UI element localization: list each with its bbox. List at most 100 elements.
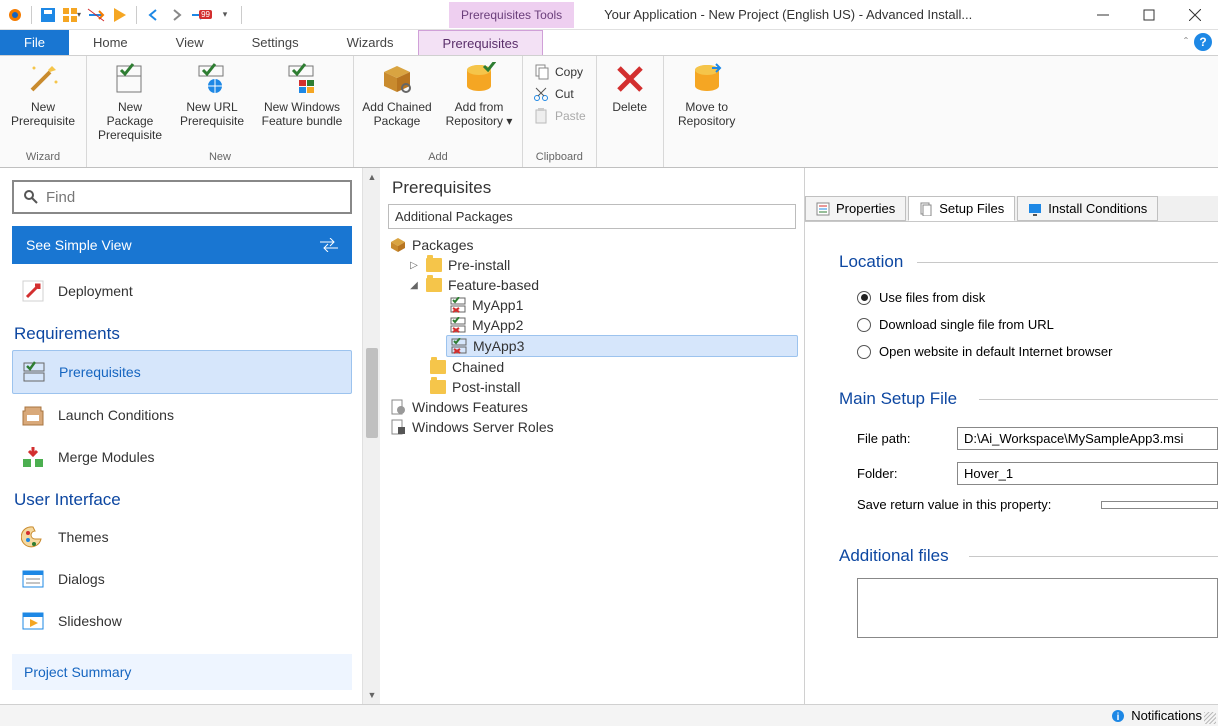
- simple-view-button[interactable]: See Simple View: [12, 226, 352, 264]
- tab-prerequisites[interactable]: Prerequisites: [418, 30, 544, 55]
- left-scrollbar[interactable]: ▲ ▼: [362, 168, 380, 704]
- folder-icon: [426, 258, 442, 272]
- add-from-repository-button[interactable]: Add from Repository ▾: [442, 58, 516, 128]
- save-prop-input[interactable]: [1101, 501, 1218, 509]
- radio-icon: [857, 318, 871, 332]
- qat-grid-icon[interactable]: ▾: [61, 4, 83, 26]
- tree-windows-features[interactable]: Windows Features: [386, 397, 798, 417]
- nav-merge-modules[interactable]: Merge Modules: [12, 436, 352, 478]
- nav-slideshow[interactable]: Slideshow: [12, 600, 352, 642]
- qat-dropdown-icon[interactable]: ▾: [214, 4, 236, 26]
- folder-icon: [430, 380, 446, 394]
- qat-back-icon[interactable]: [142, 4, 164, 26]
- quick-access-toolbar: ▾ 99 ▾: [0, 4, 249, 26]
- radio-use-disk[interactable]: Use files from disk: [839, 284, 1218, 311]
- tab-file[interactable]: File: [0, 30, 69, 55]
- qat-forward-icon[interactable]: [166, 4, 188, 26]
- nav-launch-conditions[interactable]: Launch Conditions: [12, 394, 352, 436]
- expand-icon[interactable]: ▷: [408, 260, 420, 271]
- nav-dialogs[interactable]: Dialogs: [12, 558, 352, 600]
- help-icon[interactable]: ?: [1194, 33, 1212, 51]
- save-prop-label: Save return value in this property:: [857, 497, 1051, 512]
- detail-tabs: Properties Setup Files Install Condition…: [805, 196, 1218, 222]
- qat-link-icon[interactable]: [85, 4, 107, 26]
- additional-files-list[interactable]: [857, 578, 1218, 638]
- tree-preinstall[interactable]: ▷Pre-install: [404, 255, 798, 275]
- new-prerequisite-button[interactable]: New Prerequisite: [6, 58, 80, 128]
- scroll-up-icon[interactable]: ▲: [363, 168, 381, 186]
- paste-button: Paste: [529, 106, 590, 126]
- palette-icon: [20, 524, 46, 550]
- new-url-prereq-button[interactable]: New URL Prerequisite: [175, 58, 249, 128]
- tab-home[interactable]: Home: [69, 30, 152, 55]
- search-placeholder: Find: [46, 189, 75, 206]
- svg-text:i: i: [1117, 712, 1120, 723]
- qat-run-icon[interactable]: [109, 4, 131, 26]
- tab-properties[interactable]: Properties: [805, 196, 906, 221]
- tab-view[interactable]: View: [152, 30, 228, 55]
- collapse-icon[interactable]: ◢: [408, 280, 420, 291]
- project-summary-button[interactable]: Project Summary: [12, 654, 352, 690]
- tab-settings[interactable]: Settings: [228, 30, 323, 55]
- copy-button[interactable]: Copy: [529, 62, 590, 82]
- new-package-prereq-button[interactable]: New Package Prerequisite: [93, 58, 167, 142]
- close-button[interactable]: [1172, 0, 1218, 30]
- add-chained-package-button[interactable]: Add Chained Package: [360, 58, 434, 128]
- db-move-icon: [690, 62, 724, 96]
- qat-app-icon[interactable]: [4, 4, 26, 26]
- resize-grip-icon[interactable]: [1204, 712, 1216, 724]
- tree-myapp3[interactable]: MyApp3: [446, 335, 798, 357]
- tab-install-conditions[interactable]: Install Conditions: [1017, 196, 1158, 221]
- tree-myapp1[interactable]: MyApp1: [446, 295, 798, 315]
- gear-doc-icon: [390, 399, 406, 415]
- label: Move to Repository: [678, 100, 735, 128]
- search-icon: [24, 190, 38, 204]
- minimize-button[interactable]: [1080, 0, 1126, 30]
- radio-icon: [857, 345, 871, 359]
- notifications-label[interactable]: Notifications: [1131, 708, 1202, 723]
- tab-setup-files[interactable]: Setup Files: [908, 196, 1015, 221]
- section-location: Location: [839, 252, 1218, 272]
- tree-myapp2[interactable]: MyApp2: [446, 315, 798, 335]
- delete-x-icon: [613, 62, 647, 96]
- tree-subheading: Additional Packages: [388, 204, 796, 229]
- copy-icon: [533, 64, 549, 80]
- nav-prerequisites[interactable]: Prerequisites: [12, 350, 352, 394]
- tree-packages[interactable]: Packages: [386, 235, 798, 255]
- nav-deployment[interactable]: Deployment: [12, 270, 352, 312]
- cut-button[interactable]: Cut: [529, 84, 590, 104]
- section-main-setup: Main Setup File: [839, 389, 1218, 409]
- delete-button[interactable]: Delete: [603, 58, 657, 114]
- ribbon: New Prerequisite Wizard New Package Prer…: [0, 56, 1218, 168]
- folder-input[interactable]: Hover_1: [957, 462, 1218, 485]
- new-windows-bundle-button[interactable]: New Windows Feature bundle: [257, 58, 347, 128]
- tree-heading: Prerequisites: [380, 168, 804, 204]
- nav-themes[interactable]: Themes: [12, 516, 352, 558]
- search-input[interactable]: Find: [12, 180, 352, 214]
- label: New Prerequisite: [11, 100, 75, 128]
- prereq-item-icon: [451, 338, 467, 354]
- db-add-icon: [462, 62, 496, 96]
- collapse-ribbon-icon[interactable]: ˆ: [1184, 35, 1188, 49]
- deployment-icon: [20, 278, 46, 304]
- qat-save-icon[interactable]: [37, 4, 59, 26]
- filepath-label: File path:: [857, 431, 957, 446]
- tree-feature-based[interactable]: ◢Feature-based: [404, 275, 798, 295]
- tree-windows-roles[interactable]: Windows Server Roles: [386, 417, 798, 437]
- radio-download-url[interactable]: Download single file from URL: [839, 311, 1218, 338]
- scroll-down-icon[interactable]: ▼: [363, 686, 381, 704]
- qat-pin-icon[interactable]: 99: [190, 4, 212, 26]
- scroll-thumb[interactable]: [366, 348, 378, 438]
- label: Add Chained Package: [362, 100, 431, 128]
- filepath-input[interactable]: D:\Ai_Workspace\MySampleApp3.msi: [957, 427, 1218, 450]
- maximize-button[interactable]: [1126, 0, 1172, 30]
- prereq-item-icon: [450, 297, 466, 313]
- move-to-repository-button[interactable]: Move to Repository: [670, 58, 744, 128]
- tree-postinstall[interactable]: Post-install: [426, 377, 798, 397]
- prereq-icon: [21, 359, 47, 385]
- tree-chained[interactable]: Chained: [426, 357, 798, 377]
- paste-icon: [533, 108, 549, 124]
- radio-open-browser[interactable]: Open website in default Internet browser: [839, 338, 1218, 365]
- label: New Windows Feature bundle: [262, 100, 343, 128]
- tab-wizards[interactable]: Wizards: [323, 30, 418, 55]
